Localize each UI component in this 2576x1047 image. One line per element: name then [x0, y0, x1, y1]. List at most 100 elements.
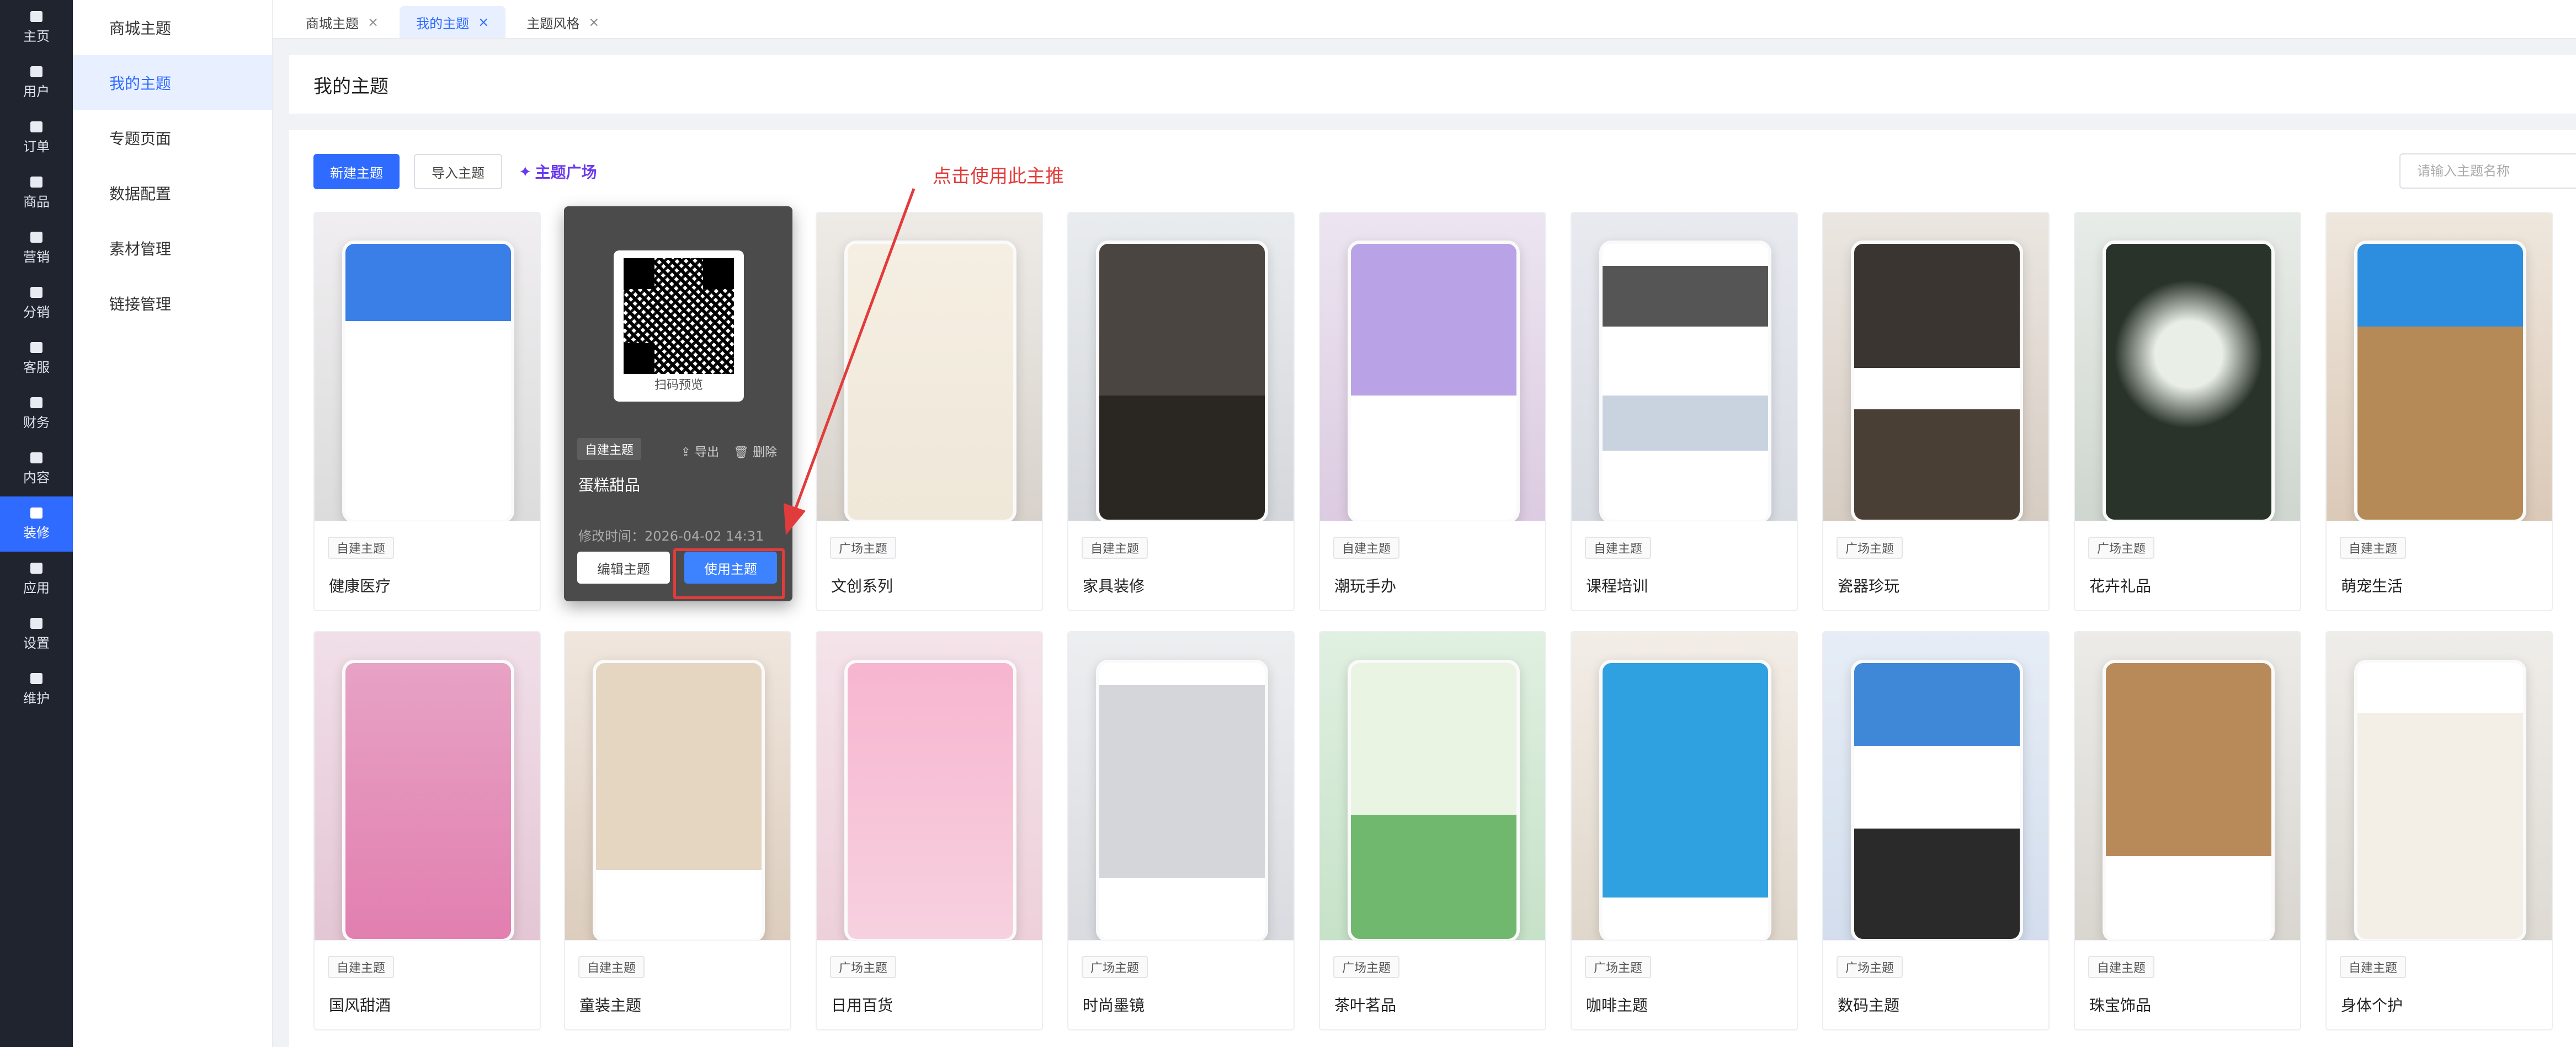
- sub-nav-links[interactable]: 链接管理: [73, 276, 272, 331]
- theme-card[interactable]: 广场主题 时尚墨镜: [1067, 631, 1295, 1030]
- theme-name: 课程培训: [1586, 577, 1648, 595]
- theme-name: 花卉礼品: [2089, 577, 2152, 595]
- edit-theme-button[interactable]: 编辑主题: [577, 552, 670, 584]
- theme-card[interactable]: 广场主题 咖啡主题: [1571, 631, 1798, 1030]
- export-button[interactable]: ⇪ 导出: [681, 442, 719, 460]
- theme-preview: [565, 632, 790, 942]
- phone-mockup: [1599, 241, 1771, 523]
- distribution-icon: [30, 286, 42, 298]
- theme-card[interactable]: 自建主题 课程培训: [1571, 212, 1798, 611]
- qr-preview: 扫码预览: [614, 250, 744, 402]
- theme-preview: [1823, 632, 2048, 942]
- theme-name: 咖啡主题: [1586, 996, 1648, 1014]
- primary-nav: 主页 用户 订单 商品 营销 分销 客服 财务 内容 装修 应用 设置 维护: [0, 0, 73, 1047]
- theme-tag: 自建主题: [328, 537, 395, 559]
- nav-order[interactable]: 订单: [0, 110, 73, 165]
- theme-preview: [817, 213, 1042, 523]
- theme-card[interactable]: 广场主题 花卉礼品: [2074, 212, 2301, 611]
- tab-theme-style[interactable]: 主题风格 ×: [510, 6, 616, 38]
- theme-card-hovered[interactable]: 扫码预览 自建主题 ⇪ 导出 🗑 删除 蛋糕甜品 修改时间：2026-04-02…: [564, 206, 792, 601]
- page-title-bar: 我的主题: [289, 55, 2576, 114]
- nav-apps[interactable]: 应用: [0, 552, 73, 607]
- nav-distribution[interactable]: 分销: [0, 276, 73, 331]
- theme-card[interactable]: 广场主题 茶叶茗品: [1319, 631, 1546, 1030]
- nav-goods[interactable]: 商品: [0, 165, 73, 221]
- close-icon[interactable]: ×: [368, 14, 379, 30]
- content-icon: [30, 452, 42, 463]
- maintain-icon: [30, 672, 42, 684]
- nav-home[interactable]: 主页: [0, 0, 73, 55]
- theme-card[interactable]: 自建主题 家具装修: [1067, 212, 1295, 611]
- theme-preview: [1068, 213, 1294, 523]
- secondary-nav: 商城主题 我的主题 专题页面 数据配置 素材管理 链接管理: [73, 0, 273, 1047]
- phone-mockup: [2354, 660, 2526, 942]
- theme-tag: 自建主题: [577, 438, 642, 460]
- theme-card[interactable]: 广场主题 数码主题: [1822, 631, 2050, 1030]
- import-theme-button[interactable]: 导入主题: [414, 154, 502, 189]
- phone-mockup: [2103, 660, 2275, 942]
- theme-tag: 自建主题: [1585, 537, 1652, 559]
- nav-settings[interactable]: 设置: [0, 607, 73, 662]
- theme-card[interactable]: 自建主题 萌宠生活: [2325, 212, 2553, 611]
- nav-marketing[interactable]: 营销: [0, 221, 73, 276]
- theme-tag: 自建主题: [2340, 956, 2407, 978]
- theme-preview: [1572, 632, 1797, 942]
- tab-mall-theme[interactable]: 商城主题 ×: [289, 6, 395, 38]
- new-theme-button[interactable]: 新建主题: [313, 154, 400, 189]
- theme-card[interactable]: 自建主题 童装主题: [564, 631, 791, 1030]
- theme-name: 健康医疗: [329, 577, 391, 595]
- theme-preview: [2075, 632, 2300, 942]
- phone-mockup: [1599, 660, 1771, 942]
- theme-name: 蛋糕甜品: [578, 476, 641, 494]
- nav-decorate[interactable]: 装修: [0, 496, 73, 552]
- theme-name: 日用百货: [831, 996, 893, 1014]
- theme-tag: 自建主题: [1082, 537, 1148, 559]
- theme-name: 珠宝饰品: [2089, 996, 2152, 1014]
- nav-content[interactable]: 内容: [0, 441, 73, 496]
- sub-nav-my-theme[interactable]: 我的主题: [73, 55, 272, 110]
- theme-card[interactable]: 自建主题 珠宝饰品: [2074, 631, 2301, 1030]
- theme-search-input[interactable]: [2399, 153, 2576, 189]
- tab-my-theme[interactable]: 我的主题 ×: [400, 6, 506, 38]
- sub-nav-topic-page[interactable]: 专题页面: [73, 110, 272, 165]
- theme-preview: [315, 213, 540, 523]
- phone-mockup: [2103, 241, 2275, 523]
- sub-nav-mall-theme[interactable]: 商城主题: [73, 0, 272, 55]
- theme-name: 身体个护: [2341, 996, 2403, 1014]
- annotation-text: 点击使用此主推: [933, 165, 1064, 188]
- theme-card[interactable]: 广场主题 瓷器珍玩: [1822, 212, 2050, 611]
- theme-name: 童装主题: [579, 996, 642, 1014]
- theme-name: 家具装修: [1083, 577, 1145, 595]
- toolbar: 新建主题 导入主题 ✦ 主题广场: [313, 153, 2576, 190]
- theme-plaza-link[interactable]: ✦ 主题广场: [519, 161, 597, 183]
- theme-card[interactable]: 自建主题 国风甜酒: [313, 631, 541, 1030]
- close-icon[interactable]: ×: [478, 14, 489, 30]
- theme-card[interactable]: 广场主题 日用百货: [816, 631, 1043, 1030]
- delete-button[interactable]: 🗑 删除: [733, 442, 777, 460]
- theme-preview: [1823, 213, 2048, 523]
- order-icon: [30, 121, 42, 132]
- theme-card[interactable]: 自建主题 健康医疗: [313, 212, 541, 611]
- sub-nav-data-config[interactable]: 数据配置: [73, 165, 272, 221]
- theme-card[interactable]: 自建主题 潮玩手办: [1319, 212, 1546, 611]
- nav-service[interactable]: 客服: [0, 331, 73, 386]
- phone-mockup: [1851, 660, 2023, 942]
- theme-card[interactable]: 自建主题 身体个护: [2325, 631, 2553, 1030]
- nav-user[interactable]: 用户: [0, 55, 73, 110]
- theme-tag: 自建主题: [2088, 956, 2155, 978]
- user-icon: [30, 66, 42, 77]
- theme-tag: 自建主题: [328, 956, 395, 978]
- marketing-icon: [30, 231, 42, 243]
- sparkle-icon: ✦: [519, 162, 532, 181]
- service-icon: [30, 341, 42, 353]
- nav-finance[interactable]: 财务: [0, 386, 73, 441]
- close-icon[interactable]: ×: [588, 14, 599, 30]
- theme-name: 数码主题: [1838, 996, 1900, 1014]
- theme-card[interactable]: 广场主题 文创系列: [816, 212, 1043, 611]
- nav-maintain[interactable]: 维护: [0, 662, 73, 717]
- theme-tag: 广场主题: [1585, 956, 1652, 978]
- theme-preview: [1572, 213, 1797, 523]
- sub-nav-materials[interactable]: 素材管理: [73, 221, 272, 276]
- phone-mockup: [1348, 660, 1520, 942]
- theme-tag: 自建主题: [1333, 537, 1400, 559]
